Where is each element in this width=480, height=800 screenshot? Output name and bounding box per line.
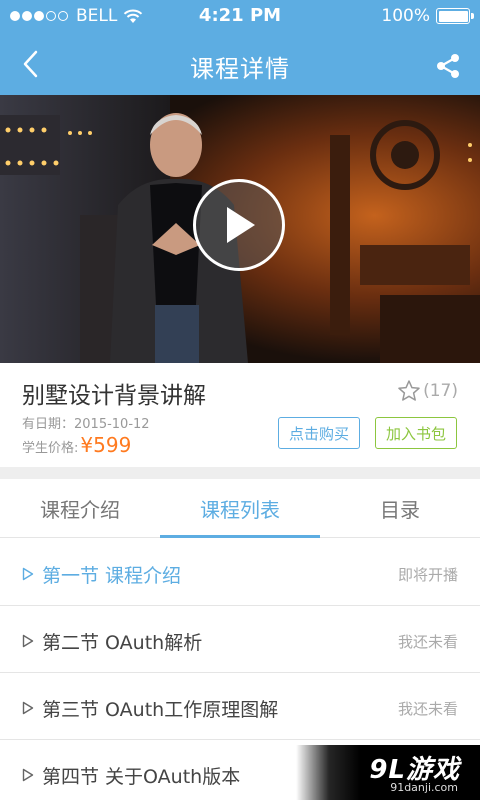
tab-course-intro[interactable]: 课程介绍	[0, 479, 160, 538]
lesson-title: 第一节 课程介绍	[42, 565, 182, 587]
course-date: 有日期：2015-10-12	[22, 417, 150, 432]
lesson-status: 我还未看	[397, 633, 458, 651]
battery-percent: 100%	[381, 6, 430, 26]
course-info: 别墅设计背景讲解 (17) 有日期：2015-10-12 学生价格: ¥599 …	[0, 363, 480, 467]
battery-icon	[436, 8, 474, 24]
tab-bar: 课程介绍 课程列表 目录	[0, 479, 480, 538]
play-arrow-icon	[22, 701, 34, 715]
favorite-button[interactable]: (17)	[397, 379, 458, 403]
play-button[interactable]	[193, 179, 285, 271]
page-title: 课程详情	[190, 55, 290, 83]
course-title: 别墅设计背景讲解	[22, 383, 206, 409]
watermark: 9L游戏 91danji.com	[296, 745, 480, 800]
video-player[interactable]	[0, 95, 480, 363]
lesson-status: 即将开播	[397, 566, 458, 584]
status-bar: BELL 4:21 PM 100%	[0, 0, 480, 32]
nav-bar: 课程详情	[0, 32, 480, 95]
section-divider	[0, 467, 480, 479]
share-button[interactable]	[428, 46, 468, 86]
lesson-title: 第二节 OAuth解析	[42, 632, 203, 654]
list-item[interactable]: 第三节 OAuth工作原理图解 我还未看	[0, 673, 480, 740]
price-label: 学生价格:	[22, 441, 79, 456]
price-value: ¥599	[80, 433, 132, 457]
play-arrow-icon	[22, 567, 34, 581]
star-icon	[398, 380, 420, 401]
buy-button[interactable]: 点击购买	[278, 417, 360, 449]
add-to-bag-button[interactable]: 加入书包	[375, 417, 457, 449]
active-tab-indicator	[160, 535, 320, 538]
tab-course-list[interactable]: 课程列表	[160, 479, 320, 538]
play-arrow-icon	[22, 634, 34, 648]
tab-catalog[interactable]: 目录	[320, 479, 480, 538]
watermark-url: 91danji.com	[390, 781, 458, 794]
list-item[interactable]: 第一节 课程介绍 即将开播	[0, 539, 480, 606]
favorite-count: (17)	[423, 381, 458, 401]
share-icon	[437, 54, 459, 78]
play-icon	[227, 207, 255, 243]
list-item[interactable]: 第二节 OAuth解析 我还未看	[0, 606, 480, 673]
play-arrow-icon	[22, 768, 34, 782]
lesson-status: 我还未看	[397, 700, 458, 718]
lesson-title: 第四节 关于OAuth版本	[42, 766, 241, 788]
lesson-title: 第三节 OAuth工作原理图解	[42, 699, 279, 721]
